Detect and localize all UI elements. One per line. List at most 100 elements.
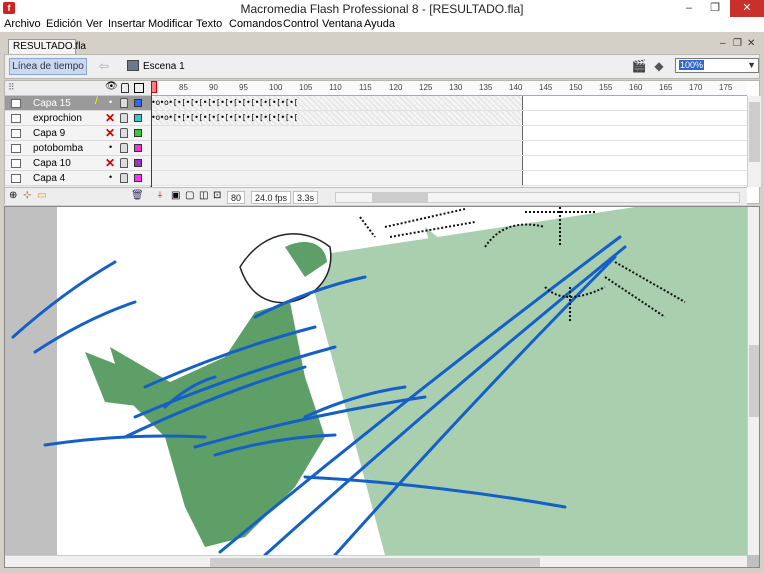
ruler-tick: 175 <box>719 83 733 92</box>
visible-dot-icon[interactable]: • <box>109 142 112 152</box>
onion-skin-icon[interactable]: ▣ <box>171 190 180 201</box>
visible-dot-icon[interactable]: • <box>109 97 112 107</box>
frame-area[interactable]: 85 90 95 100 105 110 115 120 125 130 135 140 145 150 1… <box>151 81 747 205</box>
back-arrow-icon[interactable]: ⇦ <box>99 59 109 73</box>
menu-modificar[interactable]: Modificar <box>148 18 193 30</box>
add-layer-icon[interactable]: ⊕ <box>9 190 17 201</box>
lock-icon[interactable] <box>120 173 128 183</box>
stage-vscroll-thumb[interactable] <box>749 345 759 417</box>
outline-color-swatch[interactable] <box>134 129 142 137</box>
lock-icon[interactable] <box>120 143 128 153</box>
menu-ver[interactable]: Ver <box>86 18 103 30</box>
layer-row[interactable]: potobomba • <box>5 141 151 156</box>
edit-multiple-frames-icon[interactable]: ◫ <box>199 190 208 201</box>
eye-icon[interactable]: 👁 <box>105 81 118 92</box>
outline-color-swatch[interactable] <box>134 99 142 107</box>
restore-button[interactable]: ❐ <box>702 0 728 17</box>
layer-name[interactable]: Capa 10 <box>33 158 71 169</box>
timeline-vscroll-thumb[interactable] <box>749 102 760 162</box>
stage-hscroll[interactable] <box>5 555 747 567</box>
document-tab[interactable]: RESULTADO.fla <box>8 39 86 55</box>
add-guide-layer-icon[interactable]: ⊹ <box>23 190 31 201</box>
hidden-x-icon[interactable]: ✕ <box>105 111 115 125</box>
lock-icon[interactable] <box>120 158 128 168</box>
layer-name[interactable]: Capa 9 <box>33 128 65 139</box>
stage-vscroll[interactable] <box>747 207 759 555</box>
edit-scene-icon[interactable]: 🎬 <box>631 59 647 73</box>
outline-color-swatch[interactable] <box>134 114 142 122</box>
grip-icon[interactable]: ⠿ <box>8 82 15 93</box>
menu-ayuda[interactable]: Ayuda <box>364 18 395 30</box>
frame-span[interactable] <box>151 171 523 185</box>
outline-color-swatch[interactable] <box>134 159 142 167</box>
layer-row[interactable]: Capa 15 / • <box>5 96 151 111</box>
edit-symbols-icon[interactable]: ◆ <box>651 59 667 73</box>
frames-row[interactable]: •o•o•[•[•[•[•[•[•[•[•[•[•[•[•[•[•[ <box>151 96 747 111</box>
timeline-toggle-button[interactable]: Línea de tiempo <box>9 58 87 75</box>
layer-icon <box>11 99 21 108</box>
minimize-button[interactable]: – <box>676 0 702 17</box>
stage-viewport[interactable] <box>4 206 760 568</box>
layer-name[interactable]: exprochion <box>33 113 82 124</box>
frames-row[interactable] <box>151 141 747 156</box>
frames-row[interactable]: •o•o•[•[•[•[•[•[•[•[•[•[•[•[•[•[•[ <box>151 111 747 126</box>
stage-canvas[interactable] <box>5 207 747 555</box>
timeline-hscroll[interactable] <box>335 192 740 203</box>
lock-all-icon[interactable] <box>121 83 129 93</box>
layer-row[interactable]: Capa 4 • <box>5 171 151 186</box>
doc-close-icon[interactable]: ✕ <box>747 38 755 49</box>
layer-name[interactable]: Capa 15 <box>33 98 71 109</box>
center-frame-icon[interactable]: ⍭ <box>157 190 163 201</box>
timeline-hscroll-thumb[interactable] <box>372 193 428 202</box>
scene-label[interactable]: Escena 1 <box>143 61 185 72</box>
zoom-select[interactable]: 100% ▼ <box>675 58 759 73</box>
frames-row[interactable] <box>151 171 747 186</box>
menu-edicion[interactable]: Edición <box>46 18 82 30</box>
outline-color-swatch[interactable] <box>134 174 142 182</box>
menu-comandos[interactable]: Comandos <box>229 18 282 30</box>
frame-span[interactable] <box>151 156 523 170</box>
menu-bar: Archivo Edición Ver Insertar Modificar T… <box>0 17 764 32</box>
chevron-down-icon[interactable]: ▼ <box>747 59 756 72</box>
lock-icon[interactable] <box>120 128 128 138</box>
playhead[interactable] <box>151 81 157 187</box>
menu-insertar[interactable]: Insertar <box>108 18 145 30</box>
add-folder-icon[interactable]: ▭ <box>37 190 46 201</box>
layer-row[interactable]: Capa 10 ✕ <box>5 156 151 171</box>
outline-all-icon[interactable] <box>134 83 144 93</box>
layer-name[interactable]: potobomba <box>33 143 83 154</box>
close-button[interactable]: ✕ <box>730 0 764 17</box>
layer-row[interactable]: exprochion ✕ <box>5 111 151 126</box>
outline-color-swatch[interactable] <box>134 144 142 152</box>
layer-row[interactable]: Capa 9 ✕ <box>5 126 151 141</box>
frame-ruler[interactable]: 85 90 95 100 105 110 115 120 125 130 135 140 145 150 1… <box>151 81 747 96</box>
frames-row[interactable] <box>151 156 747 171</box>
ruler-tick: 115 <box>359 83 372 92</box>
layer-name[interactable]: Capa 4 <box>33 173 65 184</box>
frames-row[interactable] <box>151 126 747 141</box>
hidden-x-icon[interactable]: ✕ <box>105 156 115 170</box>
stage-hscroll-thumb[interactable] <box>210 558 540 567</box>
ruler-tick: 125 <box>419 83 433 92</box>
keyframes[interactable]: •o•o•[•[•[•[•[•[•[•[•[•[•[•[•[•[•[ <box>151 111 371 125</box>
trash-icon[interactable]: 🗑 <box>131 190 144 201</box>
keyframes[interactable]: •o•o•[•[•[•[•[•[•[•[•[•[•[•[•[•[•[ <box>151 96 371 110</box>
timeline-vscroll[interactable] <box>747 96 761 187</box>
doc-restore-icon[interactable]: ❐ <box>733 38 742 49</box>
frame-span[interactable] <box>151 141 523 155</box>
doc-minimize-icon[interactable]: – <box>720 38 726 49</box>
menu-ventana[interactable]: Ventana <box>322 18 362 30</box>
lock-icon[interactable] <box>120 98 128 108</box>
menu-texto[interactable]: Texto <box>196 18 222 30</box>
playhead-handle[interactable] <box>151 81 157 93</box>
layer-icon <box>11 129 21 138</box>
layer-header: ⠿ 👁 <box>5 81 151 96</box>
frame-span[interactable] <box>151 126 523 140</box>
onion-outline-icon[interactable]: ▢ <box>185 190 194 201</box>
visible-dot-icon[interactable]: • <box>109 172 112 182</box>
lock-icon[interactable] <box>120 113 128 123</box>
menu-archivo[interactable]: Archivo <box>4 18 41 30</box>
modify-onion-markers-icon[interactable]: ⊡ <box>213 190 221 201</box>
hidden-x-icon[interactable]: ✕ <box>105 126 115 140</box>
menu-control[interactable]: Control <box>283 18 318 30</box>
